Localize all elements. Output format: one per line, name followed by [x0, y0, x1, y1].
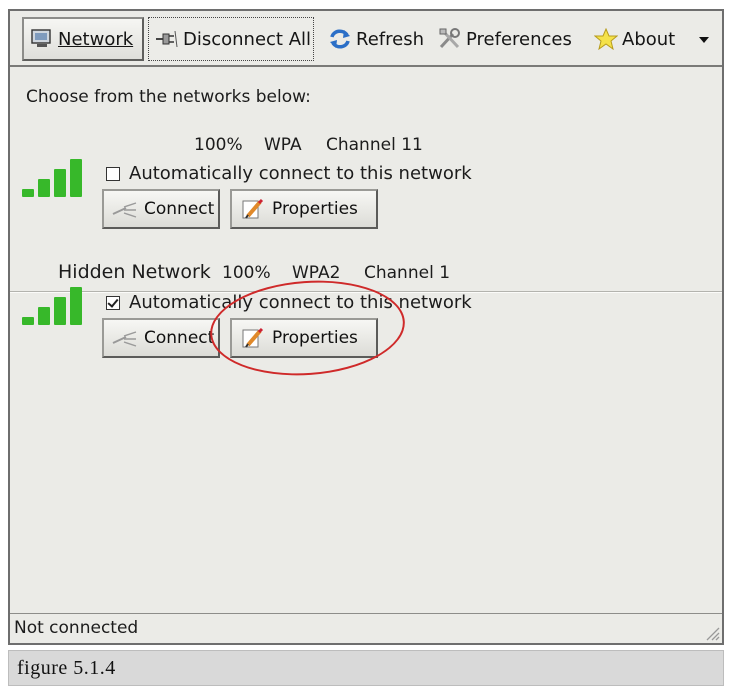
about-star-icon [593, 27, 619, 51]
network-channel: Channel 1 [364, 263, 451, 283]
toolbar: Network Disconnect All Refresh Preferenc… [10, 11, 722, 67]
properties-button[interactable]: Properties [230, 318, 378, 358]
network-label: Network [58, 28, 134, 50]
connection-status: Not connected [14, 618, 139, 638]
network-signal-percent: 100% [222, 263, 271, 283]
signal-strength-icon [22, 153, 92, 197]
disconnect-plug-icon [155, 28, 179, 50]
connect-label: Connect [144, 328, 215, 348]
properties-button[interactable]: Properties [230, 189, 378, 229]
auto-connect-label: Automatically connect to this network [129, 292, 472, 313]
edit-pencil-icon [240, 198, 266, 220]
refresh-label: Refresh [356, 28, 424, 50]
disconnect-all-button[interactable]: Disconnect All [148, 17, 314, 61]
preferences-button[interactable]: Preferences [438, 17, 578, 61]
auto-connect-checkbox-box[interactable] [106, 166, 120, 181]
disconnect-all-label: Disconnect All [183, 28, 312, 50]
network-channel: Channel 11 [326, 135, 423, 155]
plug-icon [112, 198, 138, 220]
toolbar-overflow-button[interactable] [692, 17, 716, 61]
auto-connect-label: Automatically connect to this network [129, 163, 472, 184]
status-bar: Not connected [10, 613, 722, 643]
figure-caption-text: figure 5.1.4 [17, 657, 116, 679]
edit-pencil-icon [240, 327, 266, 349]
network-list-heading: Choose from the networks below: [26, 87, 311, 107]
plug-icon [112, 327, 138, 349]
network-name: Hidden Network [58, 261, 211, 283]
auto-connect-checkbox-box[interactable] [106, 295, 120, 310]
network-icon [30, 28, 54, 50]
signal-strength-icon [22, 281, 92, 325]
resize-grip-icon[interactable] [702, 623, 720, 641]
network-security: WPA [264, 135, 302, 155]
figure-caption: figure 5.1.4 [8, 650, 724, 686]
network-list: Choose from the networks below: 100% WPA… [10, 67, 722, 615]
preferences-tools-icon [438, 28, 462, 50]
network-signal-percent: 100% [194, 135, 243, 155]
refresh-icon [328, 28, 352, 50]
connect-button[interactable]: Connect [102, 318, 220, 358]
preferences-label: Preferences [466, 28, 572, 50]
network-button[interactable]: Network [22, 17, 144, 61]
refresh-button[interactable]: Refresh [328, 17, 428, 61]
properties-label: Properties [272, 199, 358, 219]
properties-label: Properties [272, 328, 358, 348]
auto-connect-checkbox[interactable]: Automatically connect to this network [106, 163, 472, 184]
connect-label: Connect [144, 199, 215, 219]
about-label: About [622, 28, 676, 50]
wicd-window: Network Disconnect All Refresh Preferenc… [8, 9, 724, 645]
chevron-down-icon [698, 29, 710, 50]
network-security: WPA2 [292, 263, 341, 283]
auto-connect-checkbox[interactable]: Automatically connect to this network [106, 292, 472, 313]
about-button[interactable]: About [593, 17, 686, 61]
connect-button[interactable]: Connect [102, 189, 220, 229]
